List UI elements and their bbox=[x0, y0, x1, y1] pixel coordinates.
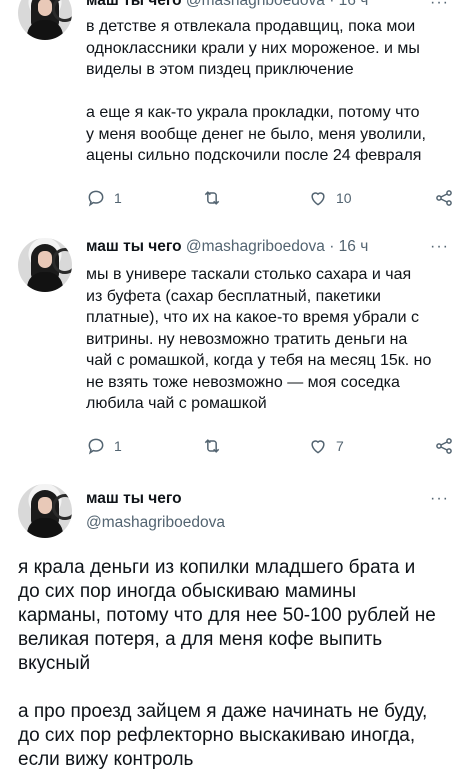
tweet-actions: 1 10 bbox=[86, 188, 456, 212]
user-handle[interactable]: @mashagriboedova bbox=[186, 238, 325, 255]
reply-icon bbox=[88, 190, 104, 207]
share-button[interactable] bbox=[434, 436, 454, 456]
display-name[interactable]: маш ты чего bbox=[86, 238, 182, 255]
retweet-icon bbox=[204, 191, 220, 205]
tweet-text: я крала деньги из копилки младшего брата… bbox=[18, 557, 436, 770]
tweet-2[interactable]: маш ты чего @mashagriboedova · 16 ч ··· … bbox=[0, 226, 474, 474]
more-options-icon[interactable]: ··· bbox=[430, 238, 449, 256]
display-name[interactable]: маш ты чего bbox=[86, 490, 182, 508]
share-icon bbox=[436, 190, 452, 206]
heart-icon bbox=[311, 440, 325, 454]
display-name[interactable]: маш ты чего bbox=[86, 0, 182, 9]
retweet-button[interactable] bbox=[202, 436, 222, 456]
tweet-actions: 1 7 bbox=[86, 436, 456, 460]
timestamp[interactable]: · 16 ч bbox=[329, 238, 368, 255]
like-count: 10 bbox=[336, 190, 352, 206]
tweet-header: маш ты чего @mashagriboedova · 16 ч bbox=[86, 0, 368, 10]
reply-icon bbox=[88, 438, 104, 455]
tweet-3-focused[interactable]: маш ты чего @mashagriboedova ··· я крала… bbox=[0, 476, 474, 770]
tweet-text: в детстве я отвлекала продавщиц, пока мо… bbox=[86, 18, 426, 164]
retweet-icon bbox=[204, 439, 220, 453]
avatar[interactable] bbox=[18, 0, 72, 40]
like-count: 7 bbox=[336, 438, 344, 454]
tweet-1[interactable]: маш ты чего @mashagriboedova · 16 ч ··· … bbox=[0, 0, 474, 230]
avatar[interactable] bbox=[18, 238, 72, 292]
share-button[interactable] bbox=[434, 188, 454, 208]
reply-button[interactable]: 1 bbox=[86, 188, 122, 208]
reply-button[interactable]: 1 bbox=[86, 436, 122, 456]
like-button[interactable]: 10 bbox=[308, 188, 352, 208]
heart-icon bbox=[311, 192, 325, 206]
avatar[interactable] bbox=[18, 484, 72, 538]
share-icon bbox=[436, 438, 452, 454]
retweet-button[interactable] bbox=[202, 188, 222, 208]
like-button[interactable]: 7 bbox=[308, 436, 344, 456]
more-options-icon[interactable]: ··· bbox=[430, 490, 449, 508]
reply-count: 1 bbox=[114, 438, 122, 454]
timestamp[interactable]: · 16 ч bbox=[329, 0, 368, 9]
tweet-header: маш ты чего @mashagriboedova · 16 ч bbox=[86, 238, 368, 256]
reply-count: 1 bbox=[114, 190, 122, 206]
user-handle[interactable]: @mashagriboedova bbox=[86, 514, 225, 532]
tweet-text: мы в универе таскали столько сахара и ча… bbox=[86, 266, 432, 412]
more-options-icon[interactable]: ··· bbox=[430, 0, 449, 12]
user-handle[interactable]: @mashagriboedova bbox=[186, 0, 325, 9]
